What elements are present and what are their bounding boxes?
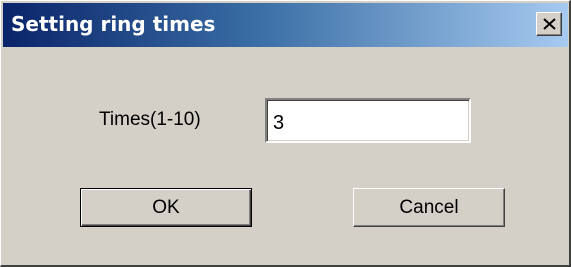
times-label: Times(1-10) [99,109,201,130]
cancel-button-label: Cancel [399,196,459,218]
close-icon [543,18,556,30]
title-bar[interactable]: Setting ring times [3,3,568,47]
ok-button[interactable]: OK [80,188,252,227]
close-button[interactable] [536,12,562,36]
times-input[interactable] [265,98,471,143]
ok-button-label: OK [152,196,180,218]
cancel-button[interactable]: Cancel [353,188,505,227]
dialog-window: Setting ring times Times(1-10) OK Cancel [0,0,571,267]
window-title: Setting ring times [11,12,216,36]
